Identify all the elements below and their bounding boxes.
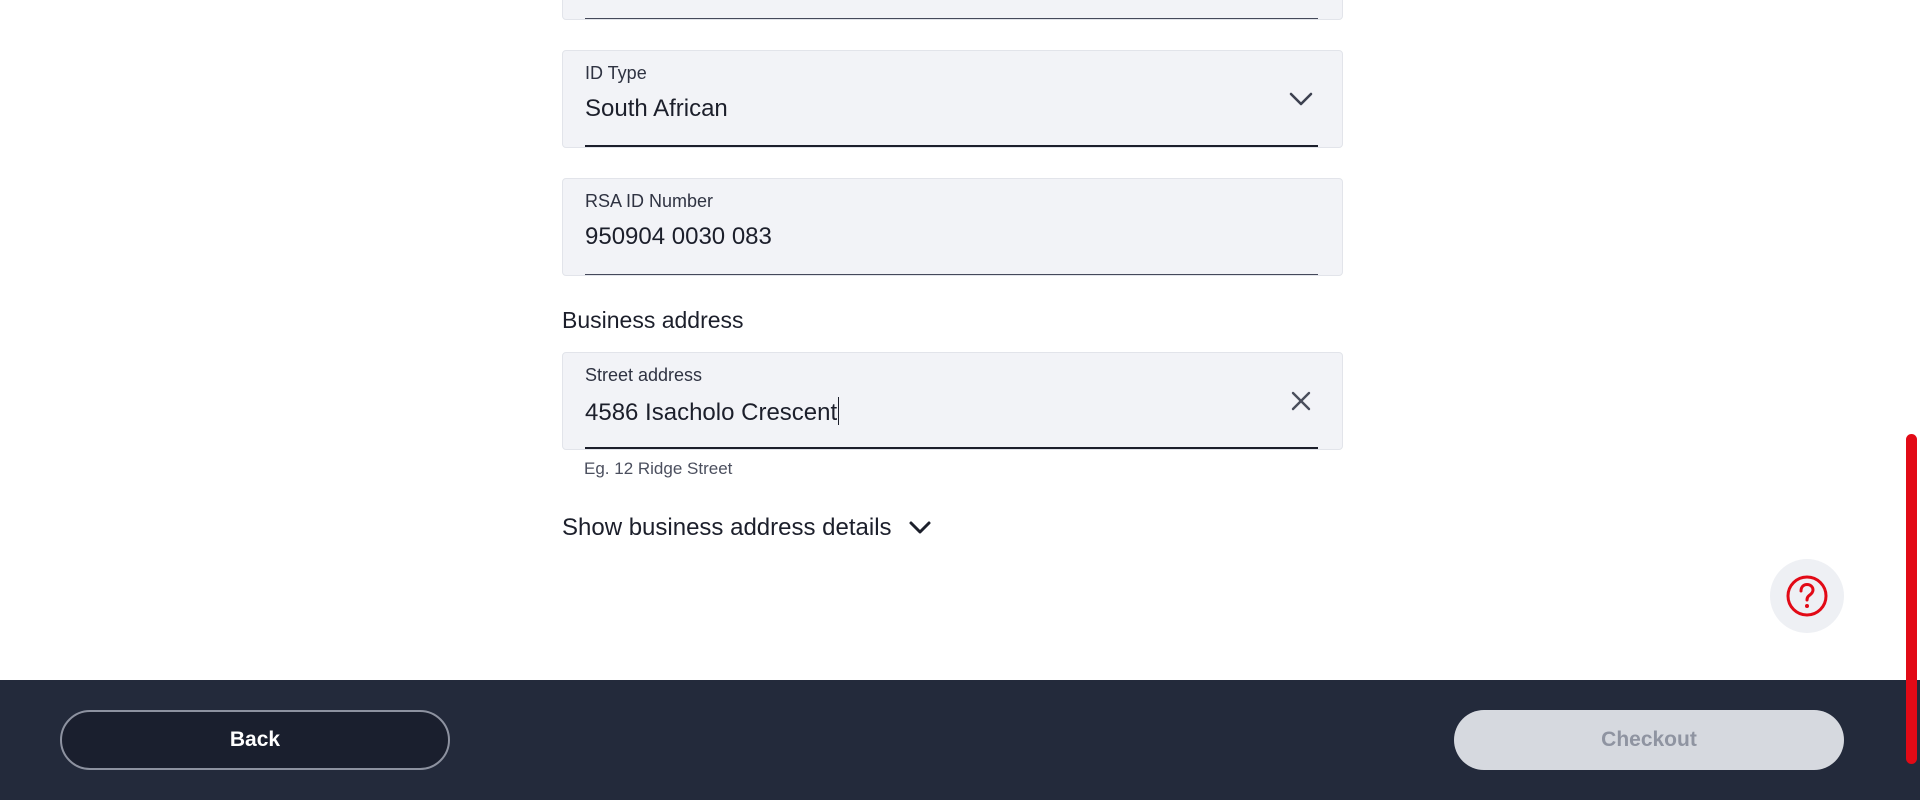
close-icon[interactable] [1283,383,1319,419]
chevron-down-icon [908,520,932,536]
rsa-id-number-underline [585,274,1318,275]
id-type-value: South African [585,95,728,122]
text-caret [838,397,840,425]
question-circle-icon [1785,574,1829,618]
previous-field[interactable] [562,0,1343,20]
street-address-field[interactable]: Street address 4586 Isacholo Crescent [562,352,1343,450]
rsa-id-number-label: RSA ID Number [585,191,714,211]
back-button[interactable]: Back [60,710,450,770]
footer-bar: Back Checkout [0,680,1920,800]
street-address-helper: Eg. 12 Ridge Street [584,459,733,478]
rsa-id-number-field[interactable]: RSA ID Number 950904 0030 083 [562,178,1343,276]
id-type-select[interactable]: ID Type South African [562,50,1343,148]
business-address-heading: Business address [562,307,744,333]
rsa-id-number-value: 950904 0030 083 [585,223,772,250]
show-business-address-details-toggle[interactable]: Show business address details [562,514,932,542]
street-address-input[interactable]: 4586 Isacholo Crescent [585,397,840,427]
help-button[interactable] [1770,559,1844,633]
street-address-value: 4586 Isacholo Crescent [585,399,838,426]
street-address-label: Street address [585,365,703,385]
show-details-label: Show business address details [562,514,892,541]
id-type-underline [585,145,1318,147]
street-address-underline [585,447,1318,449]
checkout-button[interactable]: Checkout [1454,710,1844,770]
scrollbar-thumb[interactable] [1906,434,1917,764]
page: ID Type South African RSA ID Number 9509… [0,0,1920,800]
chevron-down-icon[interactable] [1283,81,1319,117]
previous-field-underline [585,18,1318,19]
id-type-label: ID Type [585,63,647,83]
